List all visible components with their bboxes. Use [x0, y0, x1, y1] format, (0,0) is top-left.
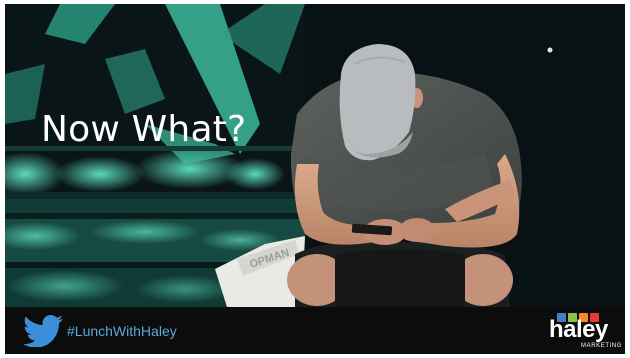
baseball-cap	[339, 44, 416, 161]
slide-title: Now What?	[41, 109, 247, 150]
haley-marketing-logo: haley MARKETING	[545, 311, 621, 353]
presentation-slide: OPMAN Now What? #LunchWithHaley haley MA…	[5, 4, 625, 354]
background-photo: OPMAN Now What?	[5, 4, 625, 307]
logo-wordmark: haley	[549, 316, 608, 343]
twitter-bird-icon[interactable]	[23, 315, 63, 347]
logo-subtitle: MARKETING	[581, 343, 623, 349]
light-speck	[547, 47, 553, 53]
photo-illustration: OPMAN	[5, 4, 625, 307]
footer-bar: #LunchWithHaley haley MARKETING	[5, 307, 625, 354]
hashtag-label: #LunchWithHaley	[67, 323, 177, 339]
